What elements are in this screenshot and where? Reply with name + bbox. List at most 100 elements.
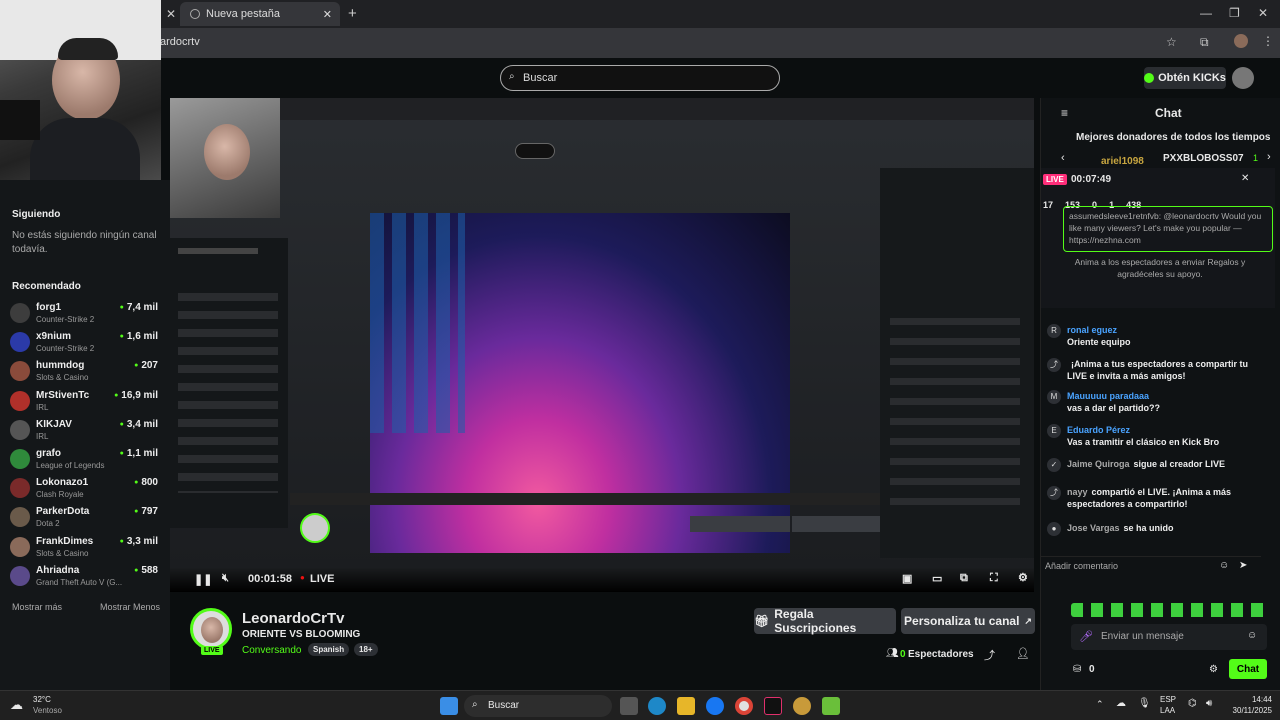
sidebar-channel[interactable]: MrStivenTcIRL 16,9 mil: [10, 388, 162, 416]
minimize-icon[interactable]: —: [1200, 6, 1212, 20]
chat-settings-icon[interactable]: ⚙: [1209, 664, 1218, 675]
clip-icon[interactable]: ⧉: [960, 572, 968, 585]
follow-user-icon[interactable]: 👤︎: [1016, 647, 1030, 660]
fullscreen-icon[interactable]: ⛶: [990, 572, 998, 585]
chat-username[interactable]: Jose Vargas: [1067, 523, 1120, 533]
bookmark-star-icon[interactable]: ☆: [1166, 35, 1177, 49]
nested-sidebar-list: [178, 293, 278, 493]
weather-icon[interactable]: ☁: [10, 697, 23, 713]
browser-menu-icon[interactable]: ⋮: [1262, 34, 1274, 48]
chat-username[interactable]: ronal eguez: [1067, 325, 1117, 335]
url-text: ardocrtv: [160, 36, 200, 48]
channel-game: Slots & Casino: [36, 373, 89, 383]
app-icon[interactable]: [793, 697, 811, 715]
channel-avatar[interactable]: [190, 608, 232, 650]
address-bar[interactable]: ardocrtv ☆ ⧉ ⋮: [0, 28, 1280, 58]
file-explorer-icon[interactable]: [677, 697, 695, 715]
sidebar-channel[interactable]: hummdogSlots & Casino 207: [10, 358, 162, 386]
sidebar-channel[interactable]: forg1 Counter-Strike 2 7,4 mil: [10, 300, 162, 328]
close-tab-icon[interactable]: ✕: [323, 8, 332, 21]
donors-prev-icon[interactable]: ‹: [1061, 152, 1065, 164]
emote-icons[interactable]: [1071, 603, 1267, 617]
live-label: LIVE: [310, 573, 335, 585]
donors-next-icon[interactable]: ›: [1267, 151, 1271, 163]
message-emoji-icon[interactable]: ☺: [1247, 630, 1257, 641]
emote-row: [1071, 603, 1267, 619]
mic-tray-icon[interactable]: 🎙︎: [1138, 698, 1151, 709]
pause-icon[interactable]: ❚❚: [194, 573, 212, 586]
onedrive-icon[interactable]: ☁: [1116, 698, 1126, 709]
channel-name[interactable]: LeonardoCrTv: [242, 610, 345, 627]
sidebar-channel[interactable]: FrankDimesSlots & Casino 3,3 mil: [10, 534, 162, 562]
extensions-icon[interactable]: ⧉: [1200, 35, 1209, 50]
gift-subs-button[interactable]: 🎁︎ Regala Suscripciones: [754, 607, 896, 635]
add-comment-bar[interactable]: Añadir comentario ☺ ➤: [1041, 556, 1261, 576]
chrome-icon[interactable]: [735, 697, 753, 715]
channel-viewers: 207: [134, 360, 158, 371]
settings-icon[interactable]: ⚙: [1018, 571, 1028, 584]
clock-date[interactable]: 30/11/2025: [1220, 706, 1272, 715]
channel-name: x9nium: [36, 331, 72, 343]
show-less-link[interactable]: Mostrar Menos: [100, 600, 165, 614]
taskbar-search-icon: ⌕: [472, 699, 478, 710]
search-input[interactable]: ⌕ Buscar: [500, 65, 780, 91]
close-tab-icon[interactable]: ✕: [166, 7, 176, 21]
theater-icon[interactable]: ▭: [932, 572, 942, 585]
task-view-icon[interactable]: [620, 697, 638, 715]
channel-avatar: [10, 565, 30, 586]
stack-app-icon[interactable]: [822, 697, 840, 715]
chat-username[interactable]: nayy: [1067, 487, 1088, 497]
mute-icon[interactable]: 🔇︎: [222, 572, 229, 585]
channel-name: FrankDimes: [36, 535, 94, 547]
stream-category[interactable]: Conversando: [242, 645, 301, 656]
send-comment-icon[interactable]: ➤: [1239, 560, 1247, 571]
following-empty-text: No estás siguiendo ningún canal todavía.: [12, 230, 157, 255]
chat-send-button[interactable]: Chat: [1229, 659, 1267, 679]
sidebar-channel[interactable]: x9niumCounter-Strike 2 1,6 mil: [10, 329, 162, 357]
video-player[interactable]: ❚❚ 🔇︎ 00:01:58 ● LIVE ▣ ▭ ⧉ ⛶ ⚙: [170, 98, 1034, 592]
gift-subs-label: Regala Suscripciones: [774, 607, 857, 635]
facebook-icon[interactable]: [706, 697, 724, 715]
sidebar-channel[interactable]: grafo League of Legends 1,1 mil: [10, 446, 162, 474]
sidebar-channel[interactable]: KIKJAVIRL 3,4 mil: [10, 417, 162, 445]
rating-tag[interactable]: 18+: [354, 643, 378, 656]
clock-time[interactable]: 14:44: [1226, 695, 1272, 704]
emoji-icon[interactable]: ☺: [1219, 560, 1229, 571]
sidebar-channel[interactable]: ParkerDotaDota 2 797: [10, 504, 162, 532]
close-overlay-icon[interactable]: ✕: [1241, 173, 1249, 184]
new-tab-icon[interactable]: +: [348, 5, 357, 22]
language-tag[interactable]: Spanish: [308, 643, 350, 656]
lang-primary[interactable]: ESP: [1160, 695, 1176, 704]
chat-username[interactable]: Jaime Quiroga: [1067, 459, 1130, 469]
maximize-icon[interactable]: ❐: [1229, 6, 1240, 20]
volume-icon[interactable]: 🔊︎: [1206, 698, 1212, 709]
collapse-chat-icon[interactable]: ≡: [1061, 106, 1068, 120]
tray-chevron-icon[interactable]: ⌃: [1096, 699, 1104, 710]
channel-avatar: [10, 361, 30, 382]
chat-username[interactable]: Mauuuuu paradaaa: [1067, 391, 1149, 401]
microphone-icon[interactable]: 🎤︎: [1079, 630, 1093, 643]
channel-game: Counter-Strike 2: [36, 344, 95, 354]
profile-avatar[interactable]: [1234, 34, 1248, 48]
browser-tab-strip: ✕ Nueva pestaña ✕ + — ❐ ✕: [0, 0, 1280, 28]
start-menu-icon[interactable]: [440, 697, 458, 715]
weather-desc: Ventoso: [33, 706, 62, 715]
sidebar-channel[interactable]: Lokonazo1Clash Royale 800: [10, 475, 162, 503]
show-more-link[interactable]: Mostrar más: [12, 600, 72, 614]
pip-icon[interactable]: ▣: [902, 572, 912, 585]
browser-tab[interactable]: Nueva pestaña ✕: [180, 2, 340, 26]
sidebar-channel[interactable]: AhriadnaGrand Theft Auto V (G... 588: [10, 563, 162, 591]
chat-username[interactable]: Eduardo Pérez: [1067, 425, 1130, 435]
chat-text: sigue al creador LIVE: [1133, 459, 1226, 469]
close-window-icon[interactable]: ✕: [1258, 6, 1268, 20]
message-input[interactable]: 🎤︎ Enviar un mensaje ☺: [1071, 624, 1267, 650]
get-kicks-button[interactable]: Obtén KICKs: [1144, 67, 1226, 89]
lang-secondary[interactable]: LAA: [1160, 706, 1175, 715]
network-icon[interactable]: ⌬: [1188, 698, 1197, 709]
edge-icon[interactable]: [648, 697, 666, 715]
user-avatar[interactable]: [1232, 67, 1254, 89]
tiktok-icon[interactable]: [764, 697, 782, 715]
customize-channel-button[interactable]: Personaliza tu canal ↗: [901, 608, 1035, 634]
share-icon[interactable]: ⤴: [984, 647, 995, 663]
taskbar-search[interactable]: ⌕ Buscar: [464, 695, 612, 717]
